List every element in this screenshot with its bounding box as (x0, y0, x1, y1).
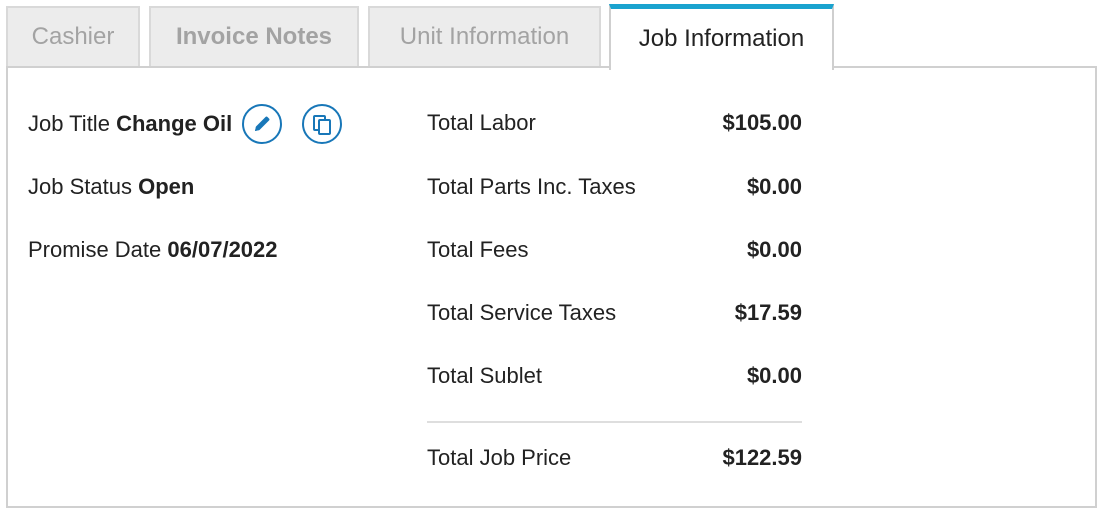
total-amount: $0.00 (746, 237, 802, 262)
edit-job-title-button[interactable] (242, 104, 282, 144)
pencil-icon (255, 116, 270, 131)
job-title-value: Change Oil (116, 111, 233, 136)
total-label: Total Fees (427, 237, 529, 262)
total-amount: $105.00 (722, 110, 802, 135)
tab-cashier[interactable]: Cashier (6, 6, 140, 66)
promise-date-label: Promise Date (28, 237, 162, 262)
job-information-panel: Job Title Change Oil Job Status Open Pro… (6, 66, 1097, 508)
job-status-value: Open (138, 174, 195, 199)
total-job-price-amount: $122.59 (722, 445, 802, 470)
total-job-price-label: Total Job Price (427, 445, 572, 470)
total-label: Total Sublet (427, 363, 542, 388)
job-title-label: Job Title (28, 111, 110, 136)
copy-job-button[interactable] (302, 104, 342, 144)
copy-icon (313, 115, 331, 135)
job-status-label: Job Status (28, 174, 132, 199)
total-label: Total Service Taxes (427, 300, 617, 325)
total-amount: $17.59 (734, 300, 802, 325)
total-amount: $0.00 (746, 174, 802, 199)
total-label: Total Parts Inc. Taxes (427, 174, 636, 199)
job-title-row: Job Title Change Oil (28, 111, 232, 137)
promise-date-row: Promise Date 06/07/2022 (28, 237, 278, 263)
total-label: Total Labor (427, 110, 536, 135)
promise-date-value: 06/07/2022 (167, 237, 278, 262)
tab-unit-information[interactable]: Unit Information (368, 6, 601, 66)
tab-invoice-notes[interactable]: Invoice Notes (149, 6, 359, 66)
tab-job-information[interactable]: Job Information (609, 4, 834, 70)
totals-divider (427, 421, 802, 423)
job-status-row: Job Status Open (28, 174, 194, 200)
tab-bar: Cashier Invoice Notes Unit Information J… (0, 0, 1104, 70)
total-amount: $0.00 (746, 363, 802, 388)
